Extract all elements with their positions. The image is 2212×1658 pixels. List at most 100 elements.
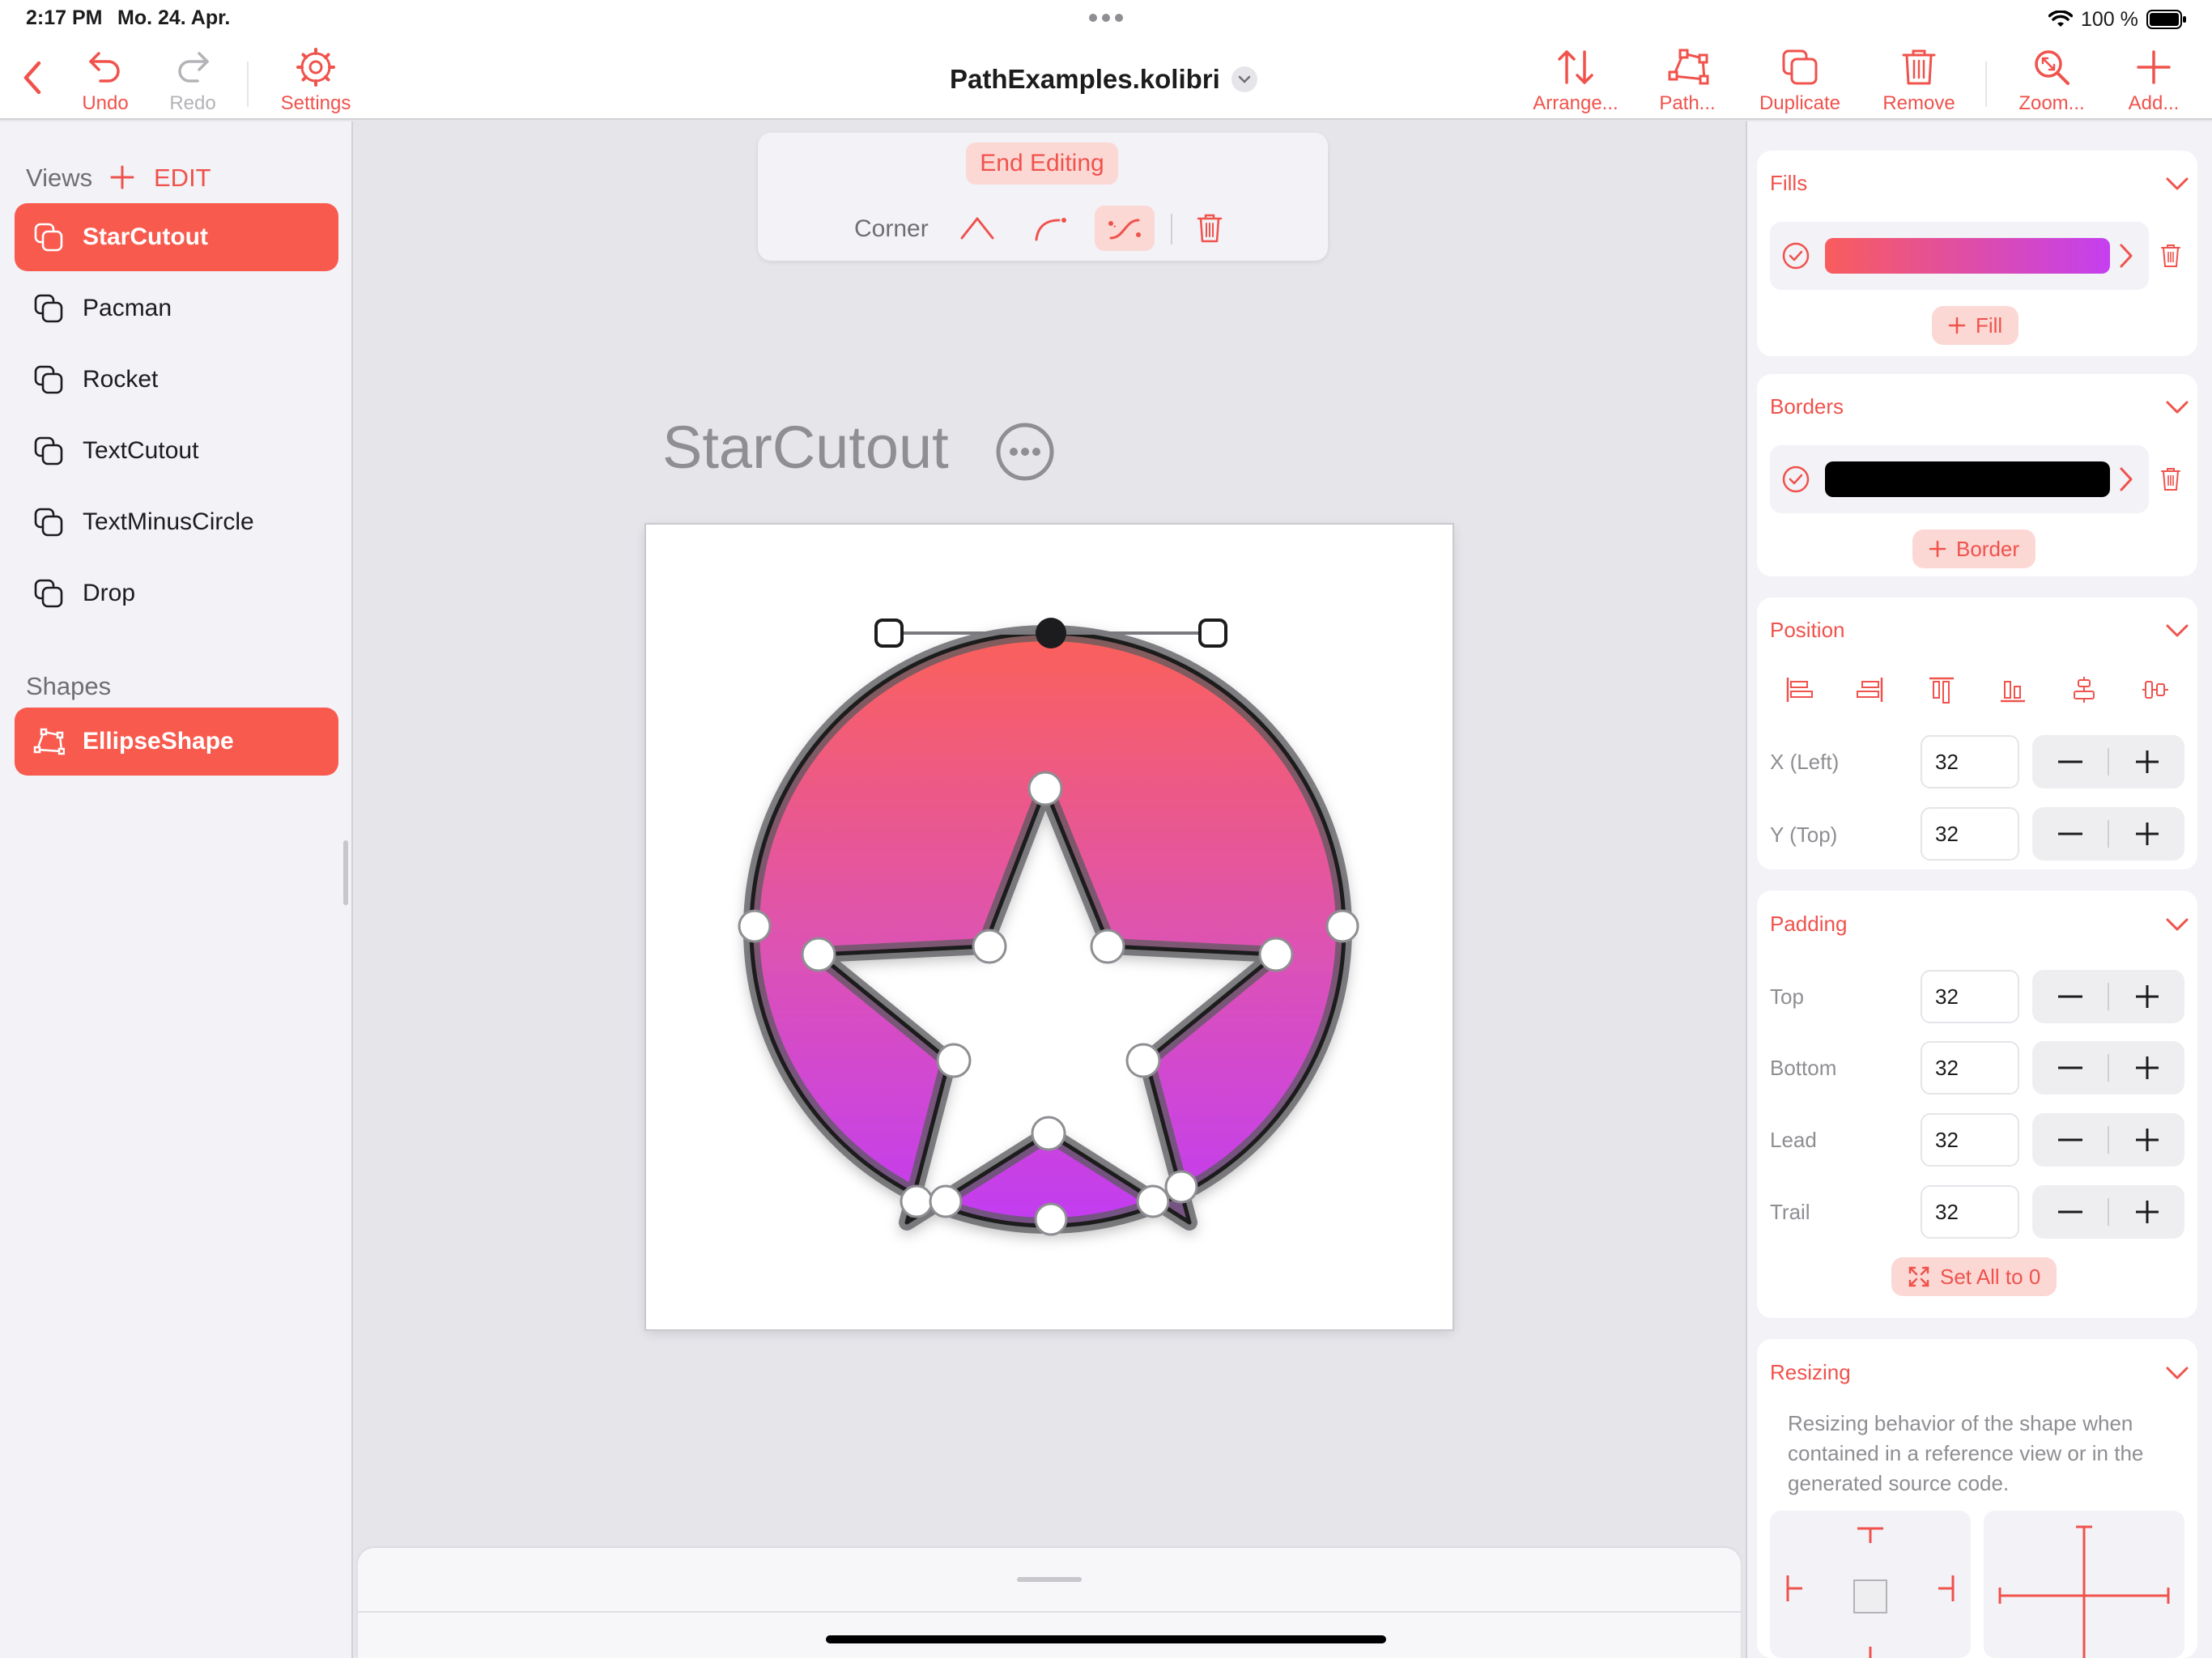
sidebar-item-ellipseshape[interactable]: EllipseShape (15, 708, 338, 776)
border-color-swatch[interactable] (1825, 461, 2110, 497)
increment-button[interactable] (2109, 735, 2184, 789)
corner-sharp-icon (960, 217, 994, 240)
add-fill-button[interactable]: Fill (1932, 306, 2019, 345)
resizing-anchor-control[interactable] (1770, 1511, 1971, 1658)
y-top-input[interactable]: 32 (1921, 807, 2019, 861)
padding-top-input[interactable]: 32 (1921, 970, 2019, 1023)
status-time: 2:17 PM (26, 6, 103, 29)
plus-icon (1948, 317, 1966, 334)
decrement-button[interactable] (2032, 807, 2108, 861)
sidebar-item-drop[interactable]: Drop (15, 559, 338, 627)
padding-lead-stepper[interactable] (2032, 1113, 2184, 1167)
add-view-button[interactable] (108, 164, 136, 191)
remove-button[interactable]: Remove (1877, 47, 1961, 115)
decrement-button[interactable] (2032, 1185, 2108, 1239)
add-border-label: Border (1956, 536, 2020, 561)
edit-views-button[interactable]: EDIT (154, 164, 211, 193)
zoom-button[interactable]: Zoom... (2011, 47, 2092, 115)
decrement-button[interactable] (2032, 735, 2108, 789)
fills-collapse-chevron-icon[interactable] (2165, 176, 2189, 191)
padding-lead-input[interactable]: 32 (1921, 1113, 2019, 1167)
multitasking-dots-icon[interactable] (1088, 13, 1124, 23)
sidebar-item-starcutout[interactable]: StarCutout (15, 203, 338, 271)
document-title: PathExamples.kolibri (950, 64, 1220, 94)
decrement-button[interactable] (2032, 1113, 2108, 1167)
back-button[interactable] (16, 58, 49, 97)
sidebar-item-textcutout[interactable]: TextCutout (15, 417, 338, 485)
fill-detail-chevron-icon[interactable] (2118, 243, 2134, 269)
redo-button[interactable]: Redo (159, 47, 227, 115)
align-right-icon[interactable] (1856, 675, 1885, 704)
sidebar-item-textminuscircle[interactable]: TextMinusCircle (15, 488, 338, 556)
delete-point-button[interactable] (1195, 212, 1224, 244)
x-left-input[interactable]: 32 (1921, 735, 2019, 789)
arrange-icon (1558, 50, 1593, 84)
set-all-label: Set All to 0 (1940, 1264, 2041, 1289)
padding-trail-stepper[interactable] (2032, 1185, 2184, 1239)
fill-delete-trash-icon[interactable] (2159, 243, 2182, 269)
sidebar-item-rocket[interactable]: Rocket (15, 346, 338, 414)
redo-label: Redo (169, 92, 216, 114)
increment-button[interactable] (2109, 1113, 2184, 1167)
padding-bottom-input[interactable]: 32 (1921, 1041, 2019, 1095)
increment-button[interactable] (2109, 807, 2184, 861)
padding-lead-label: Lead (1770, 1128, 1817, 1152)
end-editing-button[interactable]: End Editing (966, 142, 1118, 185)
increment-button[interactable] (2109, 1041, 2184, 1095)
view-title: StarCutout (662, 414, 949, 481)
fill-gradient-swatch[interactable] (1825, 238, 2110, 274)
add-border-button[interactable]: Border (1912, 529, 2036, 568)
align-left-icon[interactable] (1784, 675, 1814, 704)
undo-button[interactable]: Undo (71, 47, 139, 115)
corner-smooth-button[interactable] (1095, 206, 1155, 251)
battery-percent: 100 % (2081, 7, 2138, 31)
resizing-flex-control[interactable] (1984, 1511, 2184, 1658)
align-center-horizontal-icon[interactable] (2141, 675, 2170, 704)
corner-label: Corner (854, 215, 929, 242)
arrange-button[interactable]: Arrange... (1525, 47, 1626, 115)
panel-separator (1171, 214, 1172, 244)
padding-collapse-chevron-icon[interactable] (2165, 917, 2189, 932)
resizing-collapse-chevron-icon[interactable] (2165, 1366, 2189, 1380)
fill-enabled-check-icon[interactable] (1781, 241, 1810, 270)
border-detail-chevron-icon[interactable] (2118, 466, 2134, 492)
home-indicator[interactable] (826, 1635, 1386, 1643)
border-delete-trash-icon[interactable] (2159, 466, 2182, 492)
increment-button[interactable] (2109, 970, 2184, 1023)
add-button[interactable]: Add... (2116, 47, 2191, 115)
corner-curve-button[interactable] (1020, 206, 1080, 251)
corner-sharp-button[interactable] (947, 206, 1007, 251)
duplicate-label: Duplicate (1759, 92, 1841, 114)
view-icon (34, 436, 63, 466)
position-title: Position (1770, 618, 1845, 642)
border-enabled-check-icon[interactable] (1781, 465, 1810, 494)
decrement-button[interactable] (2032, 970, 2108, 1023)
views-section-title: Views (26, 164, 93, 192)
align-bottom-icon[interactable] (1998, 675, 2027, 704)
trash-icon (1902, 49, 1936, 85)
position-collapse-chevron-icon[interactable] (2165, 623, 2189, 638)
sidebar-item-label: StarCutout (83, 223, 208, 250)
increment-button[interactable] (2109, 1185, 2184, 1239)
sidebar-item-pacman[interactable]: Pacman (15, 274, 338, 342)
duplicate-button[interactable]: Duplicate (1752, 47, 1848, 115)
sheet-grabber[interactable] (1017, 1577, 1082, 1582)
borders-collapse-chevron-icon[interactable] (2165, 400, 2189, 414)
settings-button[interactable]: Settings (272, 47, 359, 115)
document-title-menu[interactable]: PathExamples.kolibri (950, 62, 1257, 97)
padding-trail-input[interactable]: 32 (1921, 1185, 2019, 1239)
set-all-to-zero-button[interactable]: Set All to 0 (1891, 1257, 2057, 1296)
align-top-icon[interactable] (1927, 675, 1956, 704)
path-button[interactable]: Path... (1648, 47, 1726, 115)
toolbar-separator (1985, 62, 1987, 107)
y-top-stepper[interactable] (2032, 807, 2184, 861)
x-left-stepper[interactable] (2032, 735, 2184, 789)
padding-top-stepper[interactable] (2032, 970, 2184, 1023)
artboard[interactable] (646, 525, 1453, 1329)
padding-bottom-stepper[interactable] (2032, 1041, 2184, 1095)
sidebar-item-label: Drop (83, 580, 136, 606)
align-center-vertical-icon[interactable] (2069, 675, 2099, 704)
decrement-button[interactable] (2032, 1041, 2108, 1095)
more-options-icon[interactable] (994, 421, 1056, 483)
sidebar-resize-handle[interactable] (343, 840, 348, 905)
